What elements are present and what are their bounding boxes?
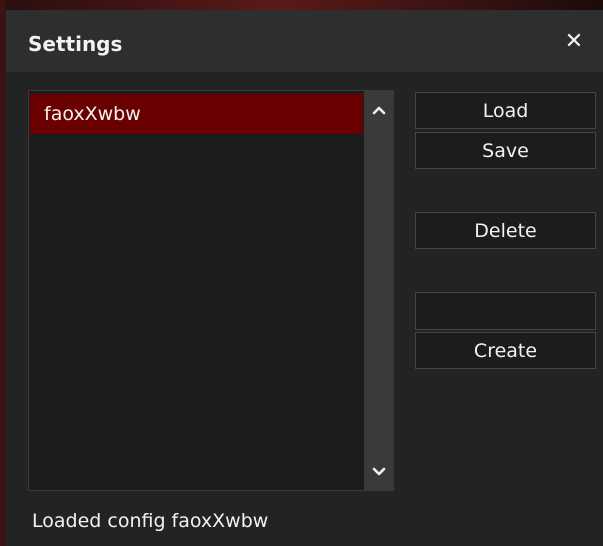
chevron-up-icon <box>372 106 385 115</box>
status-message: Loaded config faoxXwbw <box>32 510 269 532</box>
title-bar: Settings ✕ <box>6 10 603 72</box>
list-scrollbar[interactable] <box>364 91 393 490</box>
config-name-input[interactable] <box>415 292 596 330</box>
load-button[interactable]: Load <box>415 92 596 129</box>
list-item-label: faoxXwbw <box>44 103 141 125</box>
scroll-up-button[interactable] <box>364 95 393 125</box>
list-item[interactable]: faoxXwbw <box>30 94 363 134</box>
delete-button[interactable]: Delete <box>415 212 596 249</box>
create-button[interactable]: Create <box>415 332 596 369</box>
close-button[interactable]: ✕ <box>558 24 590 58</box>
chevron-down-icon <box>372 467 385 476</box>
save-button[interactable]: Save <box>415 132 596 169</box>
scroll-down-button[interactable] <box>364 457 393 487</box>
config-list[interactable]: faoxXwbw <box>28 90 394 491</box>
window-top-accent <box>6 0 603 10</box>
window-title: Settings <box>28 32 123 56</box>
close-icon: ✕ <box>564 28 584 54</box>
settings-window: Settings ✕ faoxXwbw Load Save Delete Cre… <box>0 0 603 546</box>
